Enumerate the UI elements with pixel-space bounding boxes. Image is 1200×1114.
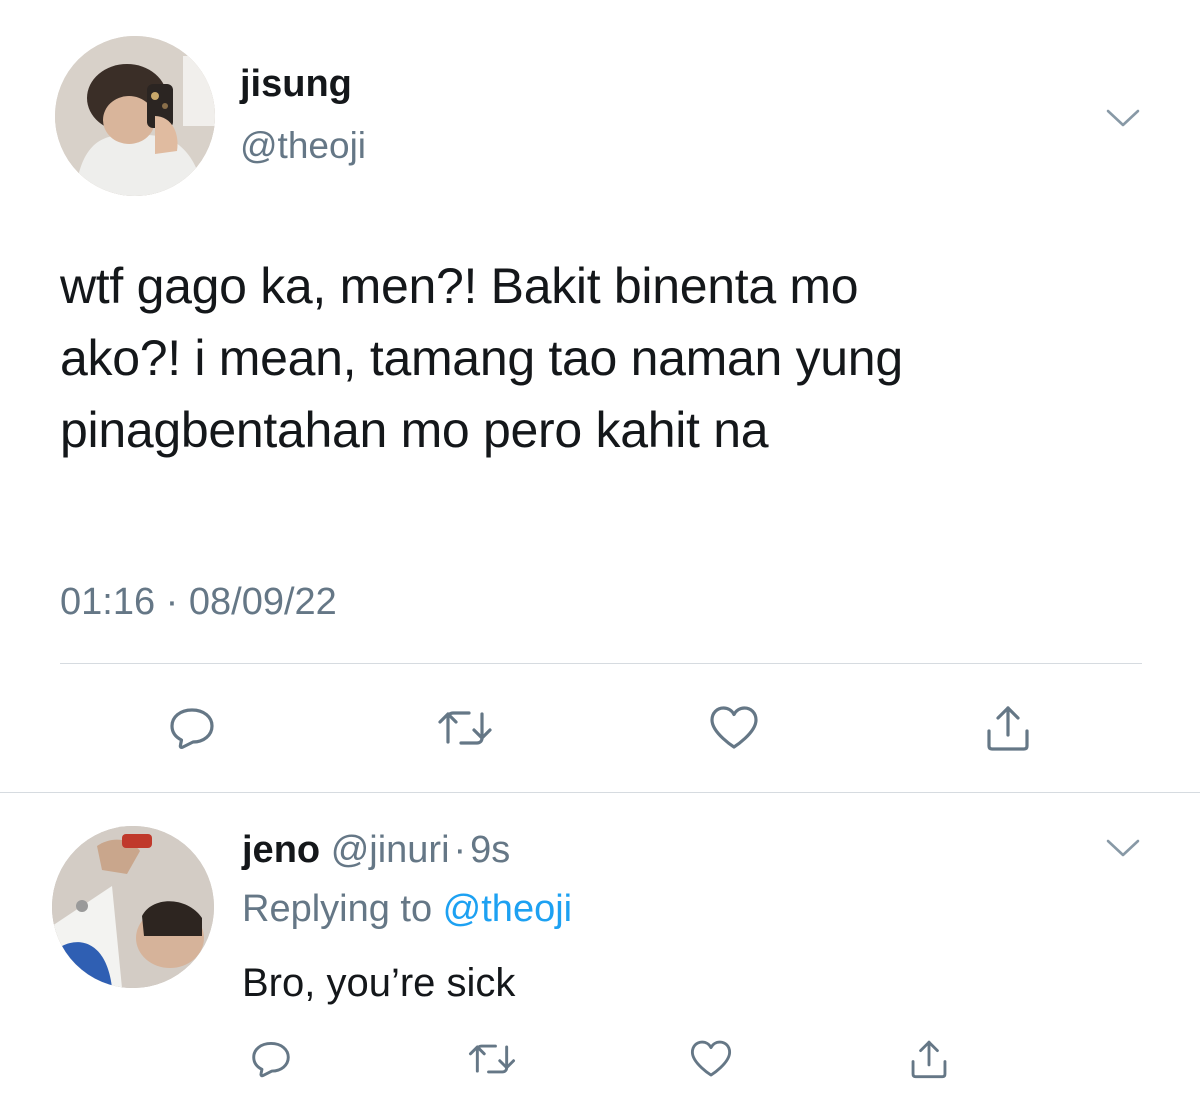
author-handle[interactable]: @theoji [240,124,366,168]
author-name[interactable]: jisung [240,62,352,106]
retweet-button[interactable] [464,1036,520,1082]
tweet-timestamp[interactable]: 01:16 · 08/09/22 [60,580,337,624]
like-icon [708,705,760,751]
replying-to: Replying to @theoji [242,885,572,933]
share-button[interactable] [978,700,1038,756]
avatar-photo [55,36,215,196]
replying-to-label: Replying to [242,888,443,930]
share-button[interactable] [904,1034,954,1084]
chevron-down-icon[interactable] [1106,838,1140,858]
reply-header: jeno @jinuri · 9s [242,826,510,874]
like-button[interactable] [704,702,764,754]
retweet-icon [467,1040,517,1078]
reply-text: Bro, you’re sick [242,961,516,1005]
tweet-text-line: ako?! i mean, tamang tao naman yung [60,330,903,386]
divider [60,663,1142,664]
reply-button[interactable] [246,1036,296,1082]
divider [0,792,1200,793]
retweet-icon [436,706,494,750]
reply-author-handle[interactable]: @jinuri [331,829,450,871]
author-avatar[interactable] [55,36,215,196]
reply-icon [169,706,215,750]
share-icon [908,1038,950,1080]
reply-icon [251,1040,291,1078]
meta-separator: · [453,829,467,871]
tweet-text-line: wtf gago ka, men?! Bakit binenta mo [60,258,859,314]
reply-author-avatar[interactable] [52,826,214,988]
like-button[interactable] [686,1036,736,1082]
tweet-text-line: pinagbentahan mo pero kahit na [60,402,769,458]
tweet-text: wtf gago ka, men?! Bakit binenta mo ako?… [60,250,1150,466]
retweet-button[interactable] [432,702,498,754]
reply-button[interactable] [162,702,222,754]
reply-author-name[interactable]: jeno [242,829,320,871]
avatar-photo [52,826,214,988]
reply-time[interactable]: 9s [470,829,510,871]
like-icon [689,1039,733,1079]
chevron-down-icon[interactable] [1106,108,1140,128]
share-icon [983,703,1033,753]
replying-to-mention[interactable]: @theoji [443,888,572,930]
